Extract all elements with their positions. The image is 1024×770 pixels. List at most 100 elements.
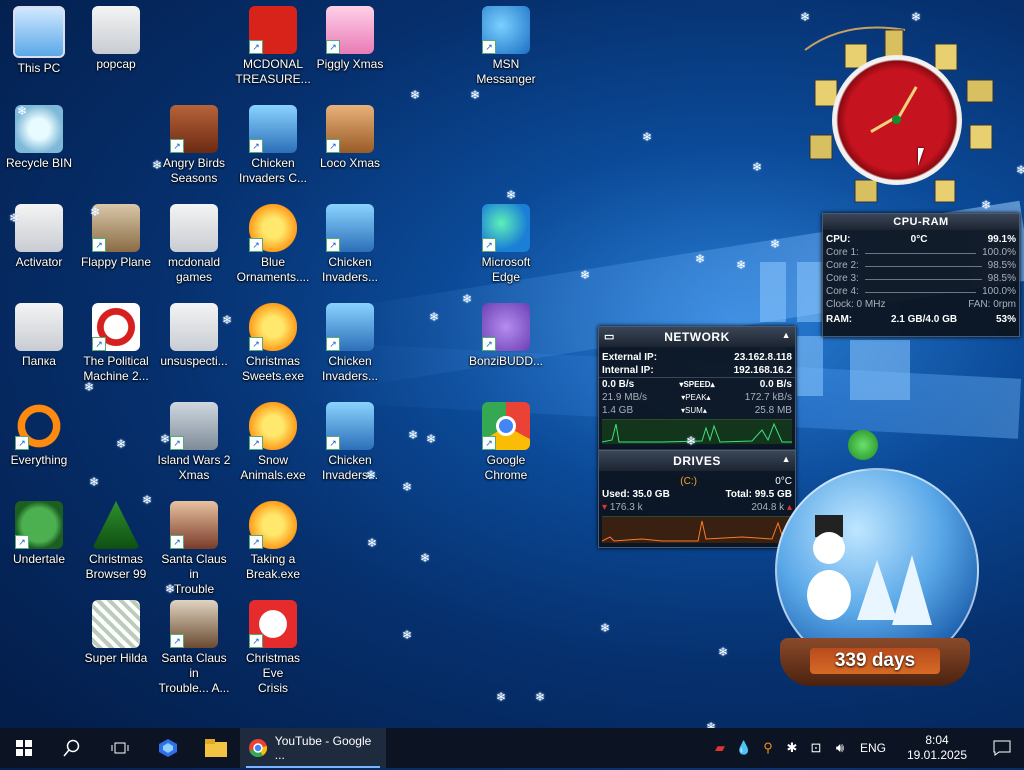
snowflake-icon: ❄ — [470, 88, 481, 102]
drives-title-text: DRIVES — [673, 454, 721, 468]
cpu-ram-title: CPU-RAM — [823, 214, 1019, 230]
pig-icon: ↗ — [326, 6, 374, 54]
snow-globe-gadget[interactable]: 339 days — [775, 468, 995, 698]
core-bar — [864, 259, 982, 267]
droplet-icon[interactable]: 💧 — [732, 740, 756, 756]
task-view-button[interactable] — [96, 728, 144, 768]
chicken-invaders-icon: ↗ — [326, 402, 374, 450]
desktop-icon-microsoft-edge[interactable]: ↗ Microsoft Edge — [468, 204, 544, 285]
taskbar-clock[interactable]: 8:04 19.01.2025 — [894, 733, 980, 763]
taskbar-chrome-app[interactable]: YouTube - Google ... — [240, 728, 386, 768]
desktop-icon-popcap[interactable]: popcap — [78, 6, 154, 72]
wallpaper-window-pane — [850, 340, 910, 400]
ram-label: RAM: — [826, 314, 853, 325]
notifications-button[interactable] — [980, 728, 1024, 768]
language-indicator[interactable]: ENG — [852, 741, 894, 755]
shortcut-arrow-icon: ↗ — [249, 634, 263, 648]
folder-icon — [170, 303, 218, 351]
snowflake-icon: ❄ — [770, 237, 781, 251]
fan-speed: FAN: 0rpm — [968, 299, 1016, 310]
desktop-icon-chicken-invaders-2[interactable]: ↗ Chicken Invaders... — [312, 204, 388, 285]
drives-gadget[interactable]: DRIVES ▲ (C:) 0°C Used: 35.0 GB Total: 99.… — [598, 450, 796, 548]
desktop-icon-bonzibuddy[interactable]: ↗ BonziBUDD... — [468, 303, 544, 369]
desktop-icon-piggly-xmas[interactable]: ↗ Piggly Xmas — [312, 6, 388, 72]
bonzibuddy-icon: ↗ — [482, 303, 530, 351]
snowman-body — [807, 570, 851, 620]
desktop-icon-loco-xmas[interactable]: ↗ Loco Xmas — [312, 105, 388, 171]
desktop-icon-activator[interactable]: Activator — [1, 204, 77, 270]
network-icon[interactable]: ⊡ — [804, 740, 828, 756]
cpu-ram-gadget[interactable]: CPU-RAM CPU: 0°C 99.1% Core 1: 100.0% Cor… — [822, 213, 1020, 337]
copilot-icon — [159, 739, 177, 757]
copilot-button[interactable] — [144, 728, 192, 768]
shortcut-arrow-icon: ↗ — [170, 436, 184, 450]
task-view-icon — [111, 742, 129, 754]
chicken-invaders-icon: ↗ — [249, 105, 297, 153]
core-bar — [864, 272, 982, 280]
volume-icon[interactable]: 🔊︎ — [828, 740, 852, 756]
ram-percent: 53% — [995, 314, 1016, 325]
desktop-icon-recycle-bin[interactable]: Recycle BIN — [1, 105, 77, 171]
desktop-icon-blue-ornaments[interactable]: ↗ Blue Ornaments.... — [235, 204, 311, 285]
internal-ip-label: Internal IP: — [602, 365, 654, 376]
drives-title: DRIVES ▲ — [599, 451, 795, 471]
magnifier-tray-icon[interactable]: ⚲ — [756, 740, 780, 756]
shortcut-arrow-icon: ↗ — [249, 238, 263, 252]
desktop-icon-mcdonald-games[interactable]: mcdonald games — [156, 204, 232, 285]
wallpaper-window-pane — [797, 336, 823, 396]
santa-face-icon: ↗ — [249, 600, 297, 648]
snowman-head — [813, 532, 845, 564]
desktop-icon-christmas-eve-crisis[interactable]: ↗ Christmas Eve Crisis — [235, 600, 311, 696]
desktop-icon-island-wars[interactable]: ↗ Island Wars 2 Xmas — [156, 402, 232, 483]
desktop-icon-unsuspecting[interactable]: unsuspecti... — [156, 303, 232, 369]
folder-icon — [15, 204, 63, 252]
snowy-tree — [857, 560, 897, 620]
recycle-bin-icon — [15, 105, 63, 153]
desktop-icon-msn-messenger[interactable]: ↗ MSN Messanger — [468, 6, 544, 87]
desktop-icon-chicken-invaders-3[interactable]: ↗ Chicken Invaders... — [312, 303, 388, 384]
christmas-clock-gadget[interactable] — [832, 55, 962, 185]
taskbar-time: 8:04 — [925, 733, 949, 747]
desktop-icon-santa-claus-trouble[interactable]: ↗ Santa Claus in Trouble — [156, 501, 232, 597]
search-button[interactable] — [48, 728, 96, 768]
start-button[interactable] — [0, 728, 48, 768]
drive-read-value: 176.3 k — [609, 502, 643, 513]
computer-icon — [13, 6, 65, 58]
game-star-icon: ↗ — [249, 303, 297, 351]
shortcut-arrow-icon: ↗ — [482, 40, 496, 54]
external-ip-label: External IP: — [602, 352, 658, 363]
desktop-icon-papka[interactable]: Папка — [1, 303, 77, 369]
sum-label-text: SUM — [685, 406, 703, 415]
shortcut-arrow-icon: ↗ — [482, 238, 496, 252]
desktop-icon-flappy-plane[interactable]: ↗ Flappy Plane — [78, 204, 154, 270]
desktop-icon-taking-a-break[interactable]: ↗ Taking a Break.exe — [235, 501, 311, 582]
edge-icon: ↗ — [482, 204, 530, 252]
desktop-icon-undertale[interactable]: ↗ Undertale — [1, 501, 77, 567]
desktop-icon-google-chrome[interactable]: ↗ Google Chrome — [468, 402, 544, 483]
app-tray-icon[interactable]: ▰ — [708, 740, 732, 756]
cpu-temp: 0°C — [910, 234, 928, 245]
sum-down: 1.4 GB — [602, 405, 634, 416]
collapse-icon[interactable]: ▲ — [782, 330, 791, 340]
taskbar-app-title: YouTube - Google ... — [274, 734, 372, 762]
chicken-invaders-icon: ↗ — [326, 204, 374, 252]
desktop-icon-christmas-browser[interactable]: Christmas Browser 99 — [78, 501, 154, 582]
desktop-icon-mcdonald-treasure[interactable]: ↗ MCDONAL TREASURE... — [235, 6, 311, 87]
cpu-value: 99.1% — [987, 234, 1016, 245]
network-gadget[interactable]: ▭ NETWORK ▲ External IP: 23.162.8.118 Int… — [598, 326, 796, 450]
desktop-icon-everything[interactable]: ↗ Everything — [1, 402, 77, 468]
desktop-icon-political-machine[interactable]: ↗ The Political Machine 2... — [78, 303, 154, 384]
collapse-icon[interactable]: ▲ — [782, 454, 791, 464]
desktop-icon-chicken-invaders-c[interactable]: ↗ Chicken Invaders C... — [235, 105, 311, 186]
file-explorer-button[interactable] — [192, 728, 240, 768]
bluetooth-icon[interactable]: ✱ — [780, 740, 804, 756]
speed-label-text: SPEED — [683, 380, 711, 389]
desktop-icon-snow-animals[interactable]: ↗ Snow Animals.exe — [235, 402, 311, 483]
core-value: 100.0% — [982, 247, 1016, 258]
desktop-icon-angry-birds-seasons[interactable]: ↗ Angry Birds Seasons — [156, 105, 232, 186]
desktop-icon-this-pc[interactable]: This PC — [1, 6, 77, 76]
desktop-icon-super-hilda[interactable]: Super Hilda — [78, 600, 154, 666]
desktop-icon-chicken-invaders-4[interactable]: ↗ Chicken Invaders... — [312, 402, 388, 483]
desktop-icon-santa-claus-trouble-again[interactable]: ↗ Santa Claus in Trouble... A... — [156, 600, 232, 696]
desktop-icon-christmas-sweets[interactable]: ↗ Christmas Sweets.exe — [235, 303, 311, 384]
